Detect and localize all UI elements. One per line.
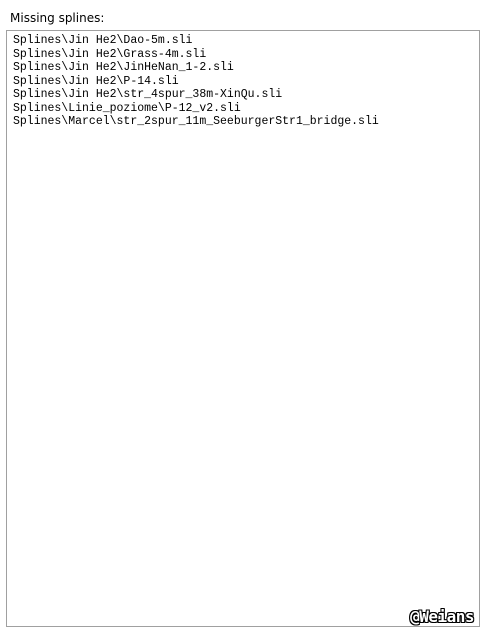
spline-path-line: Splines\Marcel\str_2spur_11m_SeeburgerSt… — [13, 115, 379, 128]
missing-splines-label: Missing splines: — [10, 11, 105, 25]
watermark: @Weians — [410, 607, 474, 626]
spline-path-line: Splines\Jin He2\P-14.sli — [13, 74, 179, 88]
missing-splines-textbox[interactable]: Splines\Jin He2\Dao-5m.sli Splines\Jin H… — [6, 30, 480, 627]
missing-splines-dialog: Missing splines: Splines\Jin He2\Dao-5m.… — [0, 0, 486, 638]
spline-path-line: Splines\Jin He2\str_4spur_38m-XinQu.sli — [13, 88, 283, 101]
spline-path-line: Splines\Linie_poziome\P-12_v2.sli — [13, 101, 241, 115]
spline-path-line: Splines\Jin He2\JinHeNan_1-2.sli — [13, 61, 234, 74]
spline-path-line: Splines\Jin He2\Dao-5m.sli — [13, 34, 193, 47]
spline-path-line: Splines\Jin He2\Grass-4m.sli — [13, 47, 207, 61]
